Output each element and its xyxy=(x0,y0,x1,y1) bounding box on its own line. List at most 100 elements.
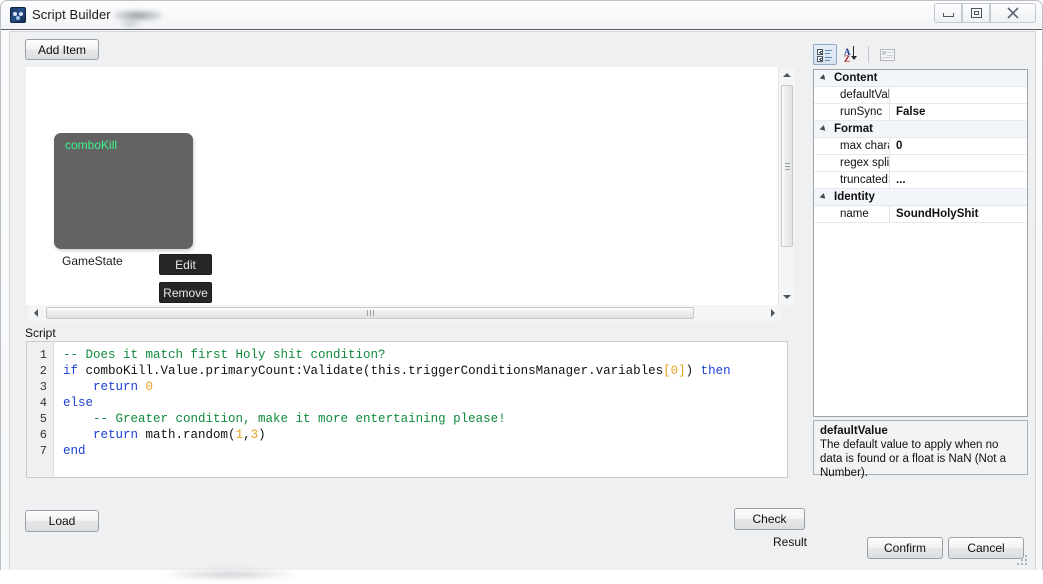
property-value[interactable] xyxy=(890,87,1027,104)
window-titlebar: Script Builder xyxy=(1,1,1042,30)
node-title: comboKill xyxy=(65,138,118,152)
arrow-down-icon xyxy=(783,295,791,299)
code-token: [0] xyxy=(663,364,686,378)
property-value[interactable]: ... xyxy=(890,172,1027,189)
check-button[interactable]: Check xyxy=(734,508,805,530)
maximize-icon xyxy=(970,8,982,18)
minimize-button[interactable] xyxy=(934,3,962,23)
code-token: if xyxy=(63,364,79,378)
editor-line-number: 6 xyxy=(39,428,47,442)
code-token: math.random( xyxy=(138,428,236,442)
editor-line-number: 5 xyxy=(39,412,47,426)
code-token: then xyxy=(700,364,731,378)
add-item-button[interactable]: Add Item xyxy=(25,39,99,60)
scroll-down-button[interactable] xyxy=(779,289,795,305)
code-token: -- Does it match first Holy shit conditi… xyxy=(63,348,386,362)
property-help-description: The default value to apply when no data … xyxy=(820,439,1007,479)
property-pages-icon xyxy=(879,48,895,61)
property-pages-button[interactable] xyxy=(875,44,899,65)
node-canvas[interactable]: comboKill GameState Edit Remove xyxy=(26,67,781,305)
code-token: return xyxy=(93,380,139,394)
editor-code-line: return math.random(1,3) xyxy=(63,427,731,443)
result-label: Result xyxy=(773,535,808,549)
graph-node-combokill[interactable]: comboKill GameState Edit Remove xyxy=(54,133,212,303)
scroll-left-button[interactable] xyxy=(28,305,44,321)
editor-code-line: if comboKill.Value.primaryCount:Validate… xyxy=(63,363,731,379)
property-name: truncatedString xyxy=(814,171,890,189)
categorized-view-button[interactable] xyxy=(813,44,837,65)
maximize-button[interactable] xyxy=(962,3,990,23)
property-grid[interactable]: Content defaultValuerunSyncFalse Format max… xyxy=(813,69,1028,417)
code-token: 1 xyxy=(235,428,244,442)
property-category-name: Identity xyxy=(834,191,875,203)
property-help-box: defaultValue The default value to apply … xyxy=(813,420,1028,479)
property-value[interactable]: False xyxy=(890,104,1027,121)
scroll-right-button[interactable] xyxy=(765,305,781,321)
editor-line-number: 7 xyxy=(39,444,47,458)
code-token: 0 xyxy=(145,380,154,394)
collapse-triangle-icon[interactable] xyxy=(820,74,829,83)
alphabetical-sort-button[interactable]: A Z xyxy=(840,44,864,65)
scroll-up-button[interactable] xyxy=(779,67,795,83)
code-token: -- Greater condition, make it more enter… xyxy=(93,412,506,426)
code-token: , xyxy=(243,428,251,442)
editor-code-line: -- Does it match first Holy shit conditi… xyxy=(63,347,731,363)
collapse-triangle-icon[interactable] xyxy=(820,125,829,134)
property-category-name: Content xyxy=(834,72,878,84)
vertical-scroll-thumb[interactable] xyxy=(781,85,793,247)
toolbar-separator xyxy=(868,46,869,63)
property-category-row[interactable]: Content xyxy=(814,70,1027,87)
categorized-view-icon xyxy=(817,48,833,62)
code-token: ) xyxy=(685,364,701,378)
property-row[interactable]: defaultValue xyxy=(814,86,1027,104)
horizontal-scroll-thumb[interactable] xyxy=(46,307,694,319)
arrow-left-icon xyxy=(34,309,38,317)
property-name: max characters xyxy=(814,137,890,155)
property-row[interactable]: truncatedString... xyxy=(814,171,1027,189)
confirm-button[interactable]: Confirm xyxy=(867,537,943,559)
script-builder-window: Script Builder Add Item comboKill GameSt… xyxy=(0,0,1043,584)
property-value[interactable] xyxy=(890,155,1027,172)
canvas-vertical-scrollbar[interactable] xyxy=(778,67,795,305)
code-token: else xyxy=(63,396,94,410)
arrow-right-icon xyxy=(771,309,775,317)
property-name: defaultValue xyxy=(814,86,890,104)
property-value[interactable]: SoundHolyShit xyxy=(890,206,1027,223)
script-code-editor[interactable]: 1 2 3 4 5 6 7 -- Does it match first Holy shit… xyxy=(26,341,788,478)
collapse-triangle-icon[interactable] xyxy=(820,193,829,202)
property-category-row[interactable]: Format xyxy=(814,121,1027,138)
property-name: regex split xyxy=(814,154,890,172)
editor-line-number: 1 xyxy=(39,348,47,362)
node-remove-button[interactable]: Remove xyxy=(159,282,212,303)
redacted-title-suffix-2 xyxy=(119,20,141,28)
property-row[interactable]: regex split xyxy=(814,154,1027,172)
node-field-label: GameState xyxy=(62,254,123,268)
property-grid-toolbar: A Z xyxy=(813,44,1028,65)
property-name: runSync xyxy=(814,103,890,121)
cancel-button[interactable]: Cancel xyxy=(948,537,1024,559)
resize-grip[interactable] xyxy=(1016,554,1028,566)
property-help-title: defaultValue xyxy=(820,425,888,437)
arrow-up-icon xyxy=(783,73,791,77)
load-button[interactable]: Load xyxy=(25,510,99,532)
editor-code-content[interactable]: -- Does it match first Holy shit conditi… xyxy=(63,347,731,459)
code-token: end xyxy=(63,444,86,458)
editor-code-line: else xyxy=(63,395,731,411)
close-button[interactable] xyxy=(990,3,1036,23)
window-title: Script Builder xyxy=(32,7,111,22)
property-value[interactable]: 0 xyxy=(890,138,1027,155)
property-category-row[interactable]: Identity xyxy=(814,189,1027,206)
property-row[interactable]: max characters0 xyxy=(814,137,1027,155)
property-row[interactable]: runSync False xyxy=(814,103,1027,121)
property-row[interactable]: name SoundHolyShit xyxy=(814,205,1027,223)
editor-line-number: 2 xyxy=(39,364,47,378)
node-edit-button[interactable]: Edit xyxy=(159,254,212,275)
script-label: Script xyxy=(25,326,56,340)
property-category-name: Format xyxy=(834,123,873,135)
code-token: return xyxy=(93,428,139,442)
canvas-horizontal-scrollbar[interactable] xyxy=(28,305,781,321)
minimize-icon xyxy=(942,13,954,17)
